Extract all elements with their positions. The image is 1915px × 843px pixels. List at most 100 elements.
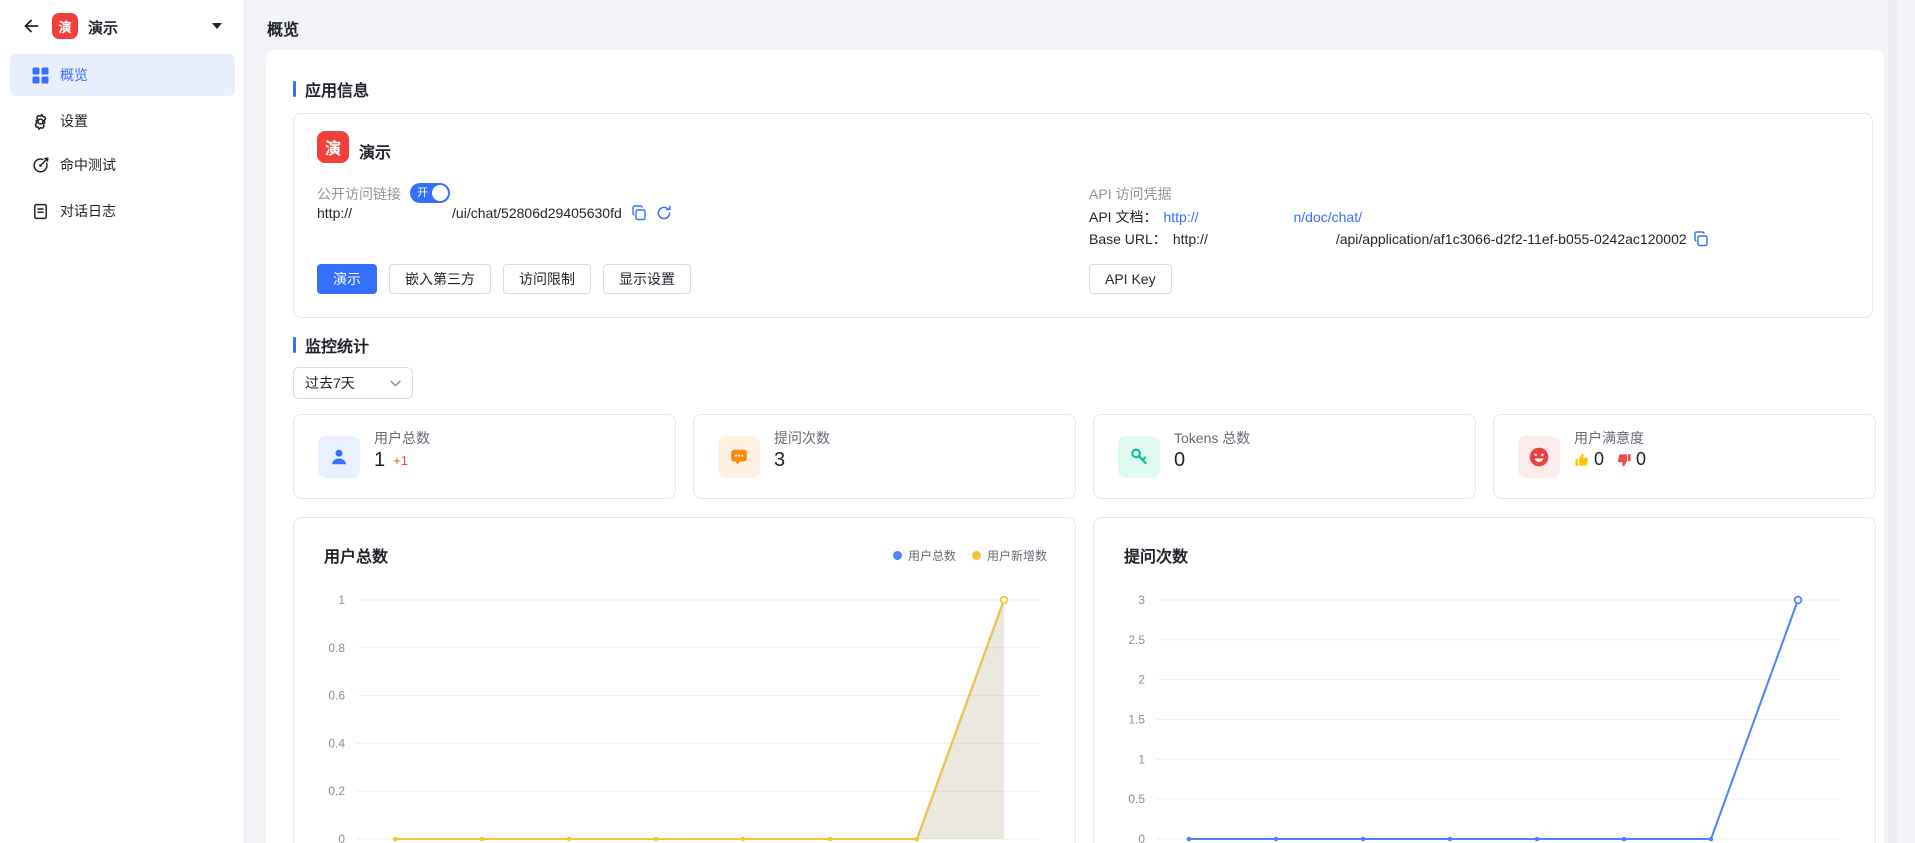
svg-text:3: 3: [1138, 593, 1145, 607]
app-avatar: 演: [52, 13, 78, 39]
thumb-down-icon: [1616, 452, 1632, 468]
chevron-down-icon[interactable]: [212, 23, 222, 29]
legend-label: 用户新增数: [987, 547, 1047, 564]
chart-card-questions: 3 2.5 2 1.5 1 0.5 0 提问次数: [1093, 517, 1876, 843]
thumb-up-icon: [1574, 452, 1590, 468]
sidebar: 演 演示 概览 设置 命中测试 对话日志: [0, 0, 245, 843]
time-range-value: 过去7天: [305, 373, 355, 393]
embed-third-party-button[interactable]: 嵌入第三方: [389, 264, 491, 294]
svg-text:1: 1: [1138, 752, 1145, 766]
sidebar-item-settings[interactable]: 设置: [10, 100, 235, 142]
stat-label: Tokens 总数: [1174, 428, 1250, 448]
stat-value: 1: [374, 449, 385, 472]
section-title: 监控统计: [305, 333, 369, 357]
app-name: 演示: [359, 139, 391, 163]
sidebar-item-hit-test[interactable]: 命中测试: [10, 144, 235, 186]
api-doc-link[interactable]: n/doc/chat/: [1294, 209, 1363, 225]
public-link-label: 公开访问链接: [317, 184, 401, 204]
section-accent-bar: [293, 81, 296, 97]
thumb-up-count: 0: [1594, 449, 1604, 470]
app-switcher-title[interactable]: 演示: [88, 17, 118, 38]
stat-label: 用户总数: [374, 428, 430, 448]
svg-text:0: 0: [338, 832, 345, 843]
chat-icon: [718, 436, 760, 478]
chevron-down-icon: [390, 380, 401, 387]
target-icon: [32, 157, 49, 174]
chart-title: 提问次数: [1124, 543, 1188, 567]
doc-icon: [32, 203, 49, 220]
api-doc-label: API 文档：: [1089, 207, 1157, 227]
legend-label: 用户总数: [908, 547, 956, 564]
key-icon: [1118, 436, 1160, 478]
demo-button[interactable]: 演示: [317, 264, 377, 294]
sidebar-item-label: 设置: [60, 111, 88, 131]
back-arrow-icon[interactable]: [20, 15, 42, 37]
svg-text:0.5: 0.5: [1128, 792, 1145, 806]
svg-text:2.5: 2.5: [1128, 633, 1145, 647]
base-url-prefix: http://: [1173, 231, 1208, 247]
time-range-select[interactable]: 过去7天: [293, 367, 413, 399]
svg-text:2: 2: [1138, 673, 1145, 687]
stat-label: 提问次数: [774, 428, 830, 448]
users-line-chart: 1 0.8 0.6 0.4 0.2 0: [294, 518, 1076, 843]
svg-text:0.2: 0.2: [328, 784, 345, 798]
app-overview-page: 演 演示 概览 设置 命中测试 对话日志: [0, 0, 1915, 843]
stat-card-total-users: 用户总数 1 +1: [293, 414, 676, 499]
stat-card-questions: 提问次数 3: [693, 414, 1076, 499]
smiley-icon: [1518, 436, 1560, 478]
access-restriction-button[interactable]: 访问限制: [503, 264, 591, 294]
stat-delta: +1: [393, 453, 408, 468]
sidebar-header: 演 演示: [0, 0, 244, 52]
page-title: 概览: [267, 16, 299, 40]
public-link-toggle[interactable]: 开: [410, 183, 450, 203]
refresh-icon[interactable]: [656, 205, 672, 221]
base-url-row: Base URL： http:// /api/application/af1c3…: [1089, 229, 1709, 249]
public-url-row: http:// /ui/chat/52806d29405630fd: [317, 205, 672, 221]
section-header-monitor: 监控统计: [293, 333, 369, 357]
section-title: 应用信息: [305, 77, 369, 101]
toggle-state-label: 开: [417, 186, 428, 200]
svg-text:0.4: 0.4: [328, 736, 345, 750]
api-doc-link-prefix[interactable]: http://: [1163, 209, 1198, 225]
svg-text:0.6: 0.6: [328, 689, 345, 703]
stat-value: 0: [1174, 449, 1185, 472]
app-action-buttons: 演示 嵌入第三方 访问限制 显示设置: [317, 264, 691, 294]
url-path: /ui/chat/52806d29405630fd: [452, 205, 622, 221]
legend-dot-yellow: [972, 551, 981, 560]
api-key-button[interactable]: API Key: [1089, 264, 1172, 294]
user-icon: [318, 436, 360, 478]
sidebar-item-label: 对话日志: [60, 201, 116, 221]
svg-text:1.5: 1.5: [1128, 713, 1145, 727]
grid-icon: [32, 67, 49, 84]
svg-text:1: 1: [338, 593, 345, 607]
questions-line-chart: 3 2.5 2 1.5 1 0.5 0: [1094, 518, 1876, 843]
copy-icon[interactable]: [631, 205, 647, 221]
svg-text:0: 0: [1138, 832, 1145, 843]
copy-icon[interactable]: [1693, 231, 1709, 247]
app-avatar-large: 演: [317, 131, 349, 163]
chart-legend: 用户总数 用户新增数: [893, 547, 1047, 564]
display-settings-button[interactable]: 显示设置: [603, 264, 691, 294]
sidebar-item-overview[interactable]: 概览: [10, 54, 235, 96]
sidebar-item-label: 命中测试: [60, 155, 116, 175]
section-header-app-info: 应用信息: [293, 77, 369, 101]
stat-card-tokens: Tokens 总数 0: [1093, 414, 1476, 499]
svg-text:0.8: 0.8: [328, 641, 345, 655]
base-url-path: /api/application/af1c3066-d2f2-11ef-b055…: [1336, 231, 1687, 247]
chart-title: 用户总数: [324, 543, 388, 567]
base-url-label: Base URL：: [1089, 229, 1167, 249]
api-credentials-label: API 访问凭据: [1089, 184, 1171, 204]
url-prefix: http://: [317, 205, 352, 221]
scrollbar[interactable]: [1888, 0, 1897, 843]
stat-value: 3: [774, 449, 785, 472]
gear-icon: [32, 113, 49, 130]
legend-dot-blue: [893, 551, 902, 560]
sidebar-item-chat-logs[interactable]: 对话日志: [10, 190, 235, 232]
thumb-down-count: 0: [1636, 449, 1646, 470]
section-accent-bar: [293, 337, 296, 353]
sidebar-item-label: 概览: [60, 65, 88, 85]
stat-card-satisfaction: 用户满意度 0 0: [1493, 414, 1876, 499]
toggle-knob: [432, 185, 448, 201]
chart-card-total-users: 1 0.8 0.6 0.4 0.2 0 用户总数 用户总数 用户新增数: [293, 517, 1076, 843]
api-doc-row: API 文档： http:// n/doc/chat/: [1089, 207, 1362, 227]
